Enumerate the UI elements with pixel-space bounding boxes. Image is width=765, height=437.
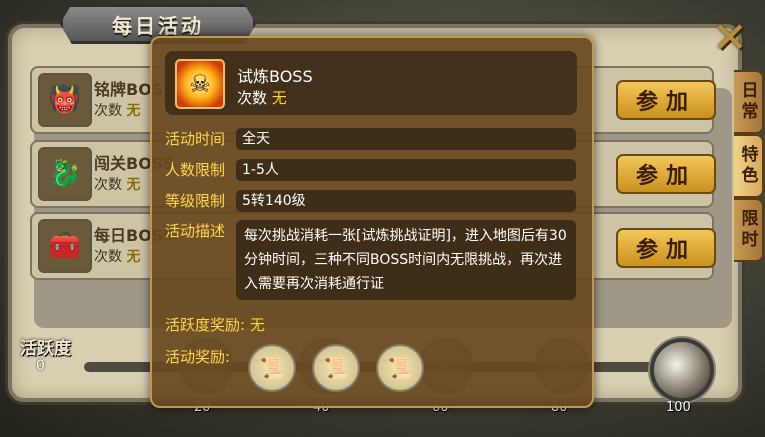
desc-label: 活动描述 [165,222,226,240]
close-button[interactable]: ✕ [710,13,750,62]
tab-featured[interactable]: 特色 [734,134,764,198]
activity-count: 次数 无 [94,103,141,119]
field-value: 全天 [236,128,576,150]
window-title: 每日活动 [112,13,204,38]
tab-daily-label: 日常 [737,81,758,123]
progress-tick: 100 [666,400,691,415]
join-button[interactable]: 参加 [616,228,716,268]
activity-count: 次数 无 [94,249,141,265]
join-button[interactable]: 参加 [616,80,716,120]
scroll-icon[interactable]: 📜 [248,344,296,392]
treasure-chest-icon: 🧰 [38,219,92,273]
activity-points-value: 0 [36,358,45,374]
boss-icon: 👹 [38,73,92,127]
final-reward-node[interactable] [650,338,714,402]
boss-flame-icon: ☠ [175,59,225,109]
activity-detail-tooltip: ☠ 试炼BOSS 次数 无 活动时间 全天 人数限制 1-5人 等级限制 5转1… [150,36,594,408]
boss-icon: 🐉 [38,147,92,201]
tooltip-header: ☠ 试炼BOSS 次数 无 [165,51,577,115]
activity-description: 每次挑战消耗一张[试炼挑战证明]，进入地图后有30分钟时间，三种不同BOSS时间… [236,220,576,300]
scroll-icon[interactable]: 📜 [376,344,424,392]
activity-points-label: 活跃度 [20,339,71,359]
tab-daily[interactable]: 日常 [734,70,764,134]
close-icon: ✕ [712,13,748,62]
tab-limited[interactable]: 限时 [734,198,764,262]
scroll-icon[interactable]: 📜 [312,344,360,392]
field-value: 5转140级 [236,190,576,212]
field-label: 活动时间 [165,130,226,148]
tab-featured-label: 特色 [737,145,758,187]
join-button[interactable]: 参加 [616,154,716,194]
tooltip-count: 次数 无 [237,89,287,107]
activity-reward-line: 活跃度奖励: 无 [165,316,265,334]
tab-limited-label: 限时 [737,209,758,251]
activity-count: 次数 无 [94,177,141,193]
reward-label: 活动奖励: [165,348,231,366]
tooltip-title: 试炼BOSS [237,67,313,86]
field-label: 人数限制 [165,161,226,179]
field-label: 等级限制 [165,192,226,210]
field-value: 1-5人 [236,159,576,181]
